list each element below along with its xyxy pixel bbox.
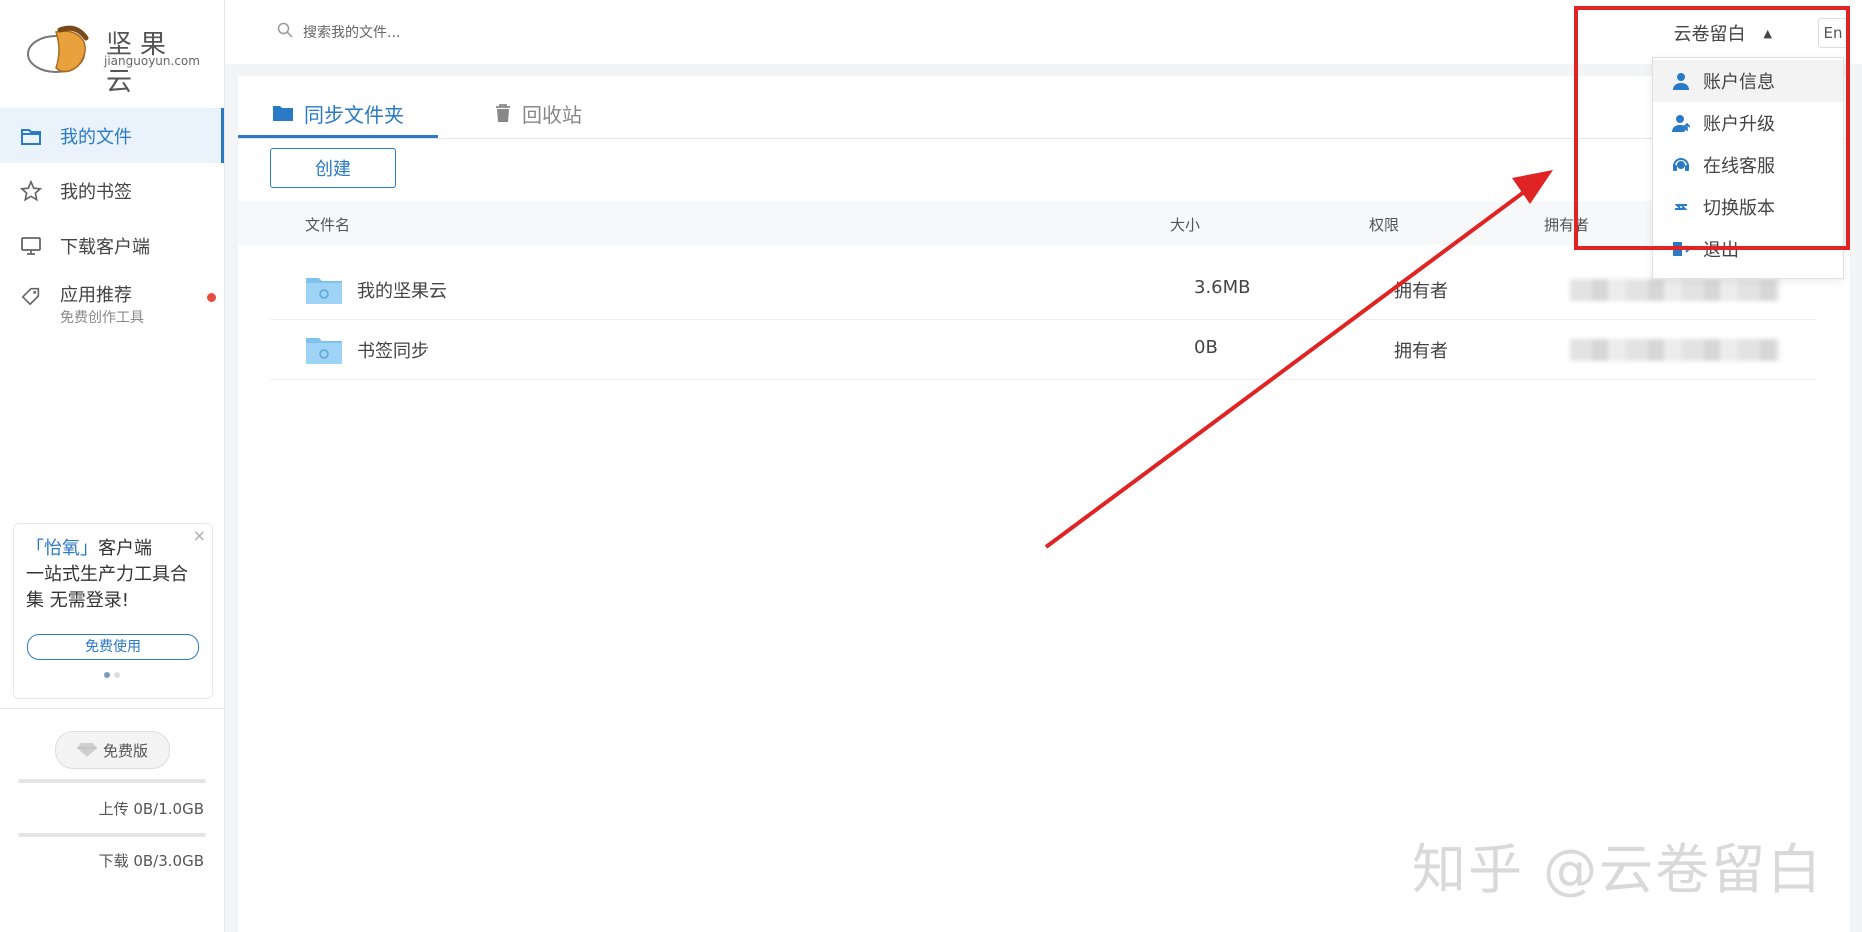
col-header-size[interactable]: 大小 [1170, 214, 1200, 235]
plan-badge[interactable]: 免费版 [55, 731, 170, 769]
user-upgrade-icon [1671, 113, 1691, 133]
col-header-permission[interactable]: 权限 [1369, 214, 1399, 235]
menu-item-logout[interactable]: 退出 [1653, 228, 1843, 270]
promo-title: 「怡氧」客户端 [26, 536, 152, 562]
menu-item-switch-version[interactable]: 切换版本 [1653, 186, 1843, 228]
monitor-icon [20, 235, 42, 257]
star-icon [20, 179, 42, 202]
file-name[interactable]: 我的坚果云 [357, 277, 447, 303]
user-dropdown-menu: 账户信息 账户升级 在线客服 切换版本 退出 [1652, 57, 1844, 279]
top-bar: 搜索我的文件... 云卷留白 ▲ En [225, 0, 1862, 64]
tab-label: 同步文件夹 [304, 102, 404, 127]
menu-item-label: 账户升级 [1703, 114, 1775, 135]
tab-label: 回收站 [522, 102, 582, 127]
promo-line: 一站式生产力工具合 [26, 564, 188, 585]
divider [0, 708, 224, 709]
headset-icon [1671, 155, 1691, 175]
free-use-button[interactable]: 免费使用 [27, 634, 199, 660]
sync-folder-icon [306, 338, 342, 364]
menu-item-label: 切换版本 [1703, 198, 1775, 219]
download-quota-bar [18, 833, 206, 837]
tab-bar: 同步文件夹 回收站 [238, 76, 1850, 139]
table-row[interactable]: 我的坚果云 3.6MB 拥有者 [270, 259, 1815, 320]
menu-item-account-info[interactable]: 账户信息 [1653, 60, 1843, 102]
brand-domain: jianguoyun.com [104, 54, 200, 68]
user-menu-toggle[interactable]: 云卷留白 ▲ [1674, 20, 1772, 46]
main-panel: 同步文件夹 回收站 创建 文件名 大小 权限 拥有者 我的坚果云 3.6MB 拥… [238, 76, 1850, 932]
plan-label: 免费版 [102, 741, 148, 760]
promo-card: × 「怡氧」客户端 一站式生产力工具合 集 无需登录! 免费使用 [13, 523, 213, 699]
table-header: 文件名 大小 权限 拥有者 [238, 201, 1850, 245]
notification-dot [207, 293, 216, 302]
col-header-name[interactable]: 文件名 [305, 214, 350, 235]
trash-icon [494, 103, 512, 123]
user-icon [1671, 71, 1691, 91]
redacted-owner [1570, 339, 1780, 361]
search-box[interactable]: 搜索我的文件... [277, 22, 400, 42]
col-header-owner[interactable]: 拥有者 [1544, 214, 1589, 235]
watermark-text: 知乎 @云卷留白 [1412, 838, 1824, 901]
sidebar-item-app-recommend[interactable]: 应用推荐 免费创作工具 [0, 273, 224, 333]
sidebar: 坚果云 jianguoyun.com 我的文件 我的书签 下载客户端 应用推荐 … [0, 0, 225, 932]
menu-item-label: 在线客服 [1703, 156, 1775, 177]
promo-title-rest: 客户端 [98, 538, 152, 559]
upload-quota-bar [18, 779, 206, 783]
download-quota-text: 下载 0B/3.0GB [98, 852, 204, 870]
menu-item-label: 退出 [1703, 240, 1739, 261]
folder-icon [272, 104, 294, 122]
carousel-dots[interactable] [104, 672, 120, 678]
logout-icon [1671, 239, 1691, 259]
tab-recycle-bin[interactable]: 回收站 [494, 90, 582, 136]
acorn-logo-icon [27, 25, 89, 73]
promo-accent: 「怡氧」 [26, 538, 98, 559]
menu-item-account-upgrade[interactable]: 账户升级 [1653, 102, 1843, 144]
file-name[interactable]: 书签同步 [357, 337, 429, 363]
file-size: 0B [1194, 337, 1218, 358]
sidebar-item-label: 我的文件 [60, 126, 132, 148]
search-icon [277, 22, 293, 42]
user-name: 云卷留白 [1673, 24, 1746, 45]
promo-line: 集 无需登录! [26, 590, 129, 611]
sidebar-item-sublabel: 免费创作工具 [60, 310, 144, 326]
active-tab-indicator [238, 135, 438, 138]
sidebar-item-label: 我的书签 [60, 181, 132, 203]
close-icon[interactable]: × [193, 526, 206, 545]
file-size: 3.6MB [1194, 277, 1251, 298]
language-toggle[interactable]: En [1818, 18, 1848, 48]
tag-icon [20, 285, 42, 307]
create-button[interactable]: 创建 [270, 148, 396, 188]
file-permission: 拥有者 [1394, 281, 1448, 302]
sidebar-nav: 我的文件 我的书签 下载客户端 应用推荐 免费创作工具 [0, 108, 224, 333]
file-permission: 拥有者 [1394, 341, 1448, 362]
sidebar-item-download-client[interactable]: 下载客户端 [0, 218, 224, 273]
diamond-icon [76, 743, 97, 757]
sidebar-item-label: 应用推荐 [60, 285, 132, 306]
folder-outline-icon [20, 125, 42, 147]
swap-arrows-icon [1671, 197, 1691, 217]
table-row[interactable]: 书签同步 0B 拥有者 [270, 319, 1815, 380]
sidebar-item-bookmarks[interactable]: 我的书签 [0, 163, 224, 218]
menu-item-label: 账户信息 [1703, 72, 1775, 93]
search-input[interactable]: 搜索我的文件... [303, 22, 400, 42]
redacted-owner [1570, 279, 1780, 301]
sidebar-item-label: 下载客户端 [60, 236, 150, 258]
tab-sync-folder[interactable]: 同步文件夹 [272, 90, 404, 136]
sync-folder-icon [306, 278, 342, 304]
menu-item-online-support[interactable]: 在线客服 [1653, 144, 1843, 186]
caret-up-icon: ▲ [1763, 26, 1772, 40]
logo[interactable]: 坚果云 jianguoyun.com [26, 20, 206, 97]
upload-quota-text: 上传 0B/1.0GB [98, 800, 204, 818]
sidebar-item-my-files[interactable]: 我的文件 [0, 108, 224, 163]
